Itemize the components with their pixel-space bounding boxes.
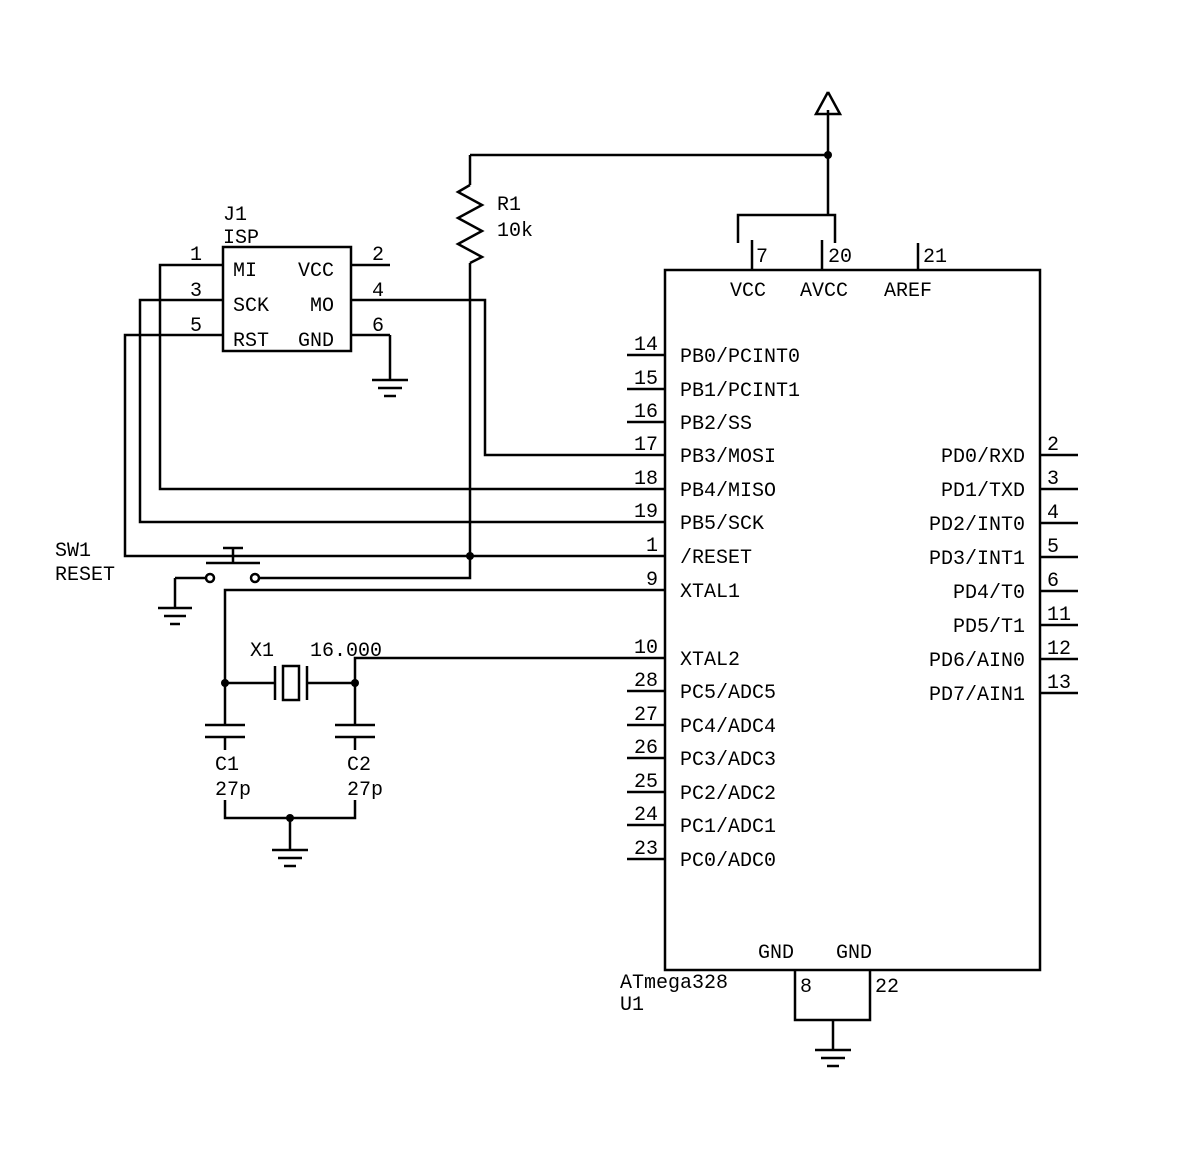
mcu-right-num-3: 5 xyxy=(1047,536,1059,559)
mcu-symbol: 7 20 21 VCC AVCC AREF 8 22 GND GND 14PB0… xyxy=(620,215,1078,1020)
mcu-left-num-10: 28 xyxy=(634,670,658,693)
sw1-symbol: SW1 RESET xyxy=(55,540,260,624)
gnd-isp xyxy=(372,380,408,396)
isp-pin-5: 5 xyxy=(190,315,202,338)
mcu-top-name-aref: AREF xyxy=(884,280,932,303)
mcu-bot-pin-22: 22 xyxy=(875,976,899,999)
mcu-left-num-7: 9 xyxy=(646,569,658,592)
mcu-left-name-5: PB5/SCK xyxy=(680,513,764,536)
mcu-left-num-9: 10 xyxy=(634,637,658,660)
mcu-left-name-12: PC3/ADC3 xyxy=(680,749,776,772)
mcu-right-name-7: PD7/AIN1 xyxy=(929,684,1025,707)
mcu-left-name-9: XTAL2 xyxy=(680,649,740,672)
mcu-bot-name-22: GND xyxy=(836,942,872,965)
mcu-left-num-1: 15 xyxy=(634,368,658,391)
mcu-left-num-11: 27 xyxy=(634,704,658,727)
xtal-symbol: X1 16.000 C1 27p C2 27p C1 xyxy=(205,590,627,866)
c2-value2: 27p xyxy=(347,779,383,802)
mcu-right-num-7: 13 xyxy=(1047,672,1071,695)
r1-symbol: R1 10k xyxy=(458,155,533,293)
mcu-left-num-13: 25 xyxy=(634,771,658,794)
mcu-right-num-4: 6 xyxy=(1047,570,1059,593)
mcu-left-name-6: /RESET xyxy=(680,547,752,570)
mcu-left-num-5: 19 xyxy=(634,501,658,524)
isp-pin-3: 3 xyxy=(190,280,202,303)
mcu-right-name-1: PD1/TXD xyxy=(941,480,1025,503)
isp-name-gnd: GND xyxy=(298,330,334,353)
mcu-left-name-7: XTAL1 xyxy=(680,581,740,604)
mcu-left-num-0: 14 xyxy=(634,334,658,357)
mcu-left-name-15: PC0/ADC0 xyxy=(680,850,776,873)
mcu-right-num-6: 12 xyxy=(1047,638,1071,661)
mcu-left-name-13: PC2/ADC2 xyxy=(680,783,776,806)
mcu-left-num-4: 18 xyxy=(634,468,658,491)
mcu-right-name-5: PD5/T1 xyxy=(953,616,1025,639)
isp-name: ISP xyxy=(223,227,259,250)
mcu-left-name-1: PB1/PCINT1 xyxy=(680,380,800,403)
mcu-bot-pin-8: 8 xyxy=(800,976,812,999)
mcu-left-name-3: PB3/MOSI xyxy=(680,446,776,469)
sw1-ref: SW1 xyxy=(55,540,91,563)
mcu-left-num-3: 17 xyxy=(634,434,658,457)
x1-value: 16.000 xyxy=(310,640,382,663)
isp-name-rst: RST xyxy=(233,330,269,353)
mcu-left-name-0: PB0/PCINT0 xyxy=(680,346,800,369)
isp-pin-4: 4 xyxy=(372,280,384,303)
mcu-top-pin-20: 20 xyxy=(828,246,852,269)
mcu-right-name-4: PD4/T0 xyxy=(953,582,1025,605)
mcu-top-name-vcc: VCC xyxy=(730,280,766,303)
mcu-top-pin-21: 21 xyxy=(923,246,947,269)
x1-ref: X1 xyxy=(250,640,274,663)
mcu-right-name-2: PD2/INT0 xyxy=(929,514,1025,537)
isp-name-sck: SCK xyxy=(233,295,269,318)
c1-value2: 27p xyxy=(215,779,251,802)
mcu-left-name-10: PC5/ADC5 xyxy=(680,682,776,705)
mcu-top-pin-7: 7 xyxy=(756,246,768,269)
mcu-right-num-5: 11 xyxy=(1047,604,1071,627)
cap-labels: C1 27p C2 27p xyxy=(200,750,420,802)
mcu-right-name-6: PD6/AIN0 xyxy=(929,650,1025,673)
isp-pin-1: 1 xyxy=(190,244,202,267)
isp-name-vcc: VCC xyxy=(298,260,334,283)
mcu-left-num-2: 16 xyxy=(634,401,658,424)
mcu-left-name-11: PC4/ADC4 xyxy=(680,716,776,739)
mcu-part: ATmega328 xyxy=(620,972,728,995)
mcu-ref: U1 xyxy=(620,994,644,1017)
isp-pin-2: 2 xyxy=(372,244,384,267)
mcu-gnd xyxy=(815,1020,851,1066)
mcu-right-num-0: 2 xyxy=(1047,434,1059,457)
mcu-bot-name-8: GND xyxy=(758,942,794,965)
isp-name-mo: MO xyxy=(310,295,334,318)
mcu-right-name-3: PD3/INT1 xyxy=(929,548,1025,571)
r1-ref: R1 xyxy=(497,194,521,217)
mcu-right-num-1: 3 xyxy=(1047,468,1059,491)
vcc-arrow xyxy=(816,92,840,215)
mcu-left-num-12: 26 xyxy=(634,737,658,760)
mcu-left-num-6: 1 xyxy=(646,535,658,558)
isp-symbol: J1 ISP 1 3 5 2 4 6 MI VCC SCK MO RST GND xyxy=(185,204,390,353)
c2-ref2: C2 xyxy=(347,754,371,777)
isp-name-mi: MI xyxy=(233,260,257,283)
r1-value: 10k xyxy=(497,220,533,243)
c1-ref2: C1 xyxy=(215,754,239,777)
mcu-right-name-0: PD0/RXD xyxy=(941,446,1025,469)
isp-ref: J1 xyxy=(223,204,247,227)
mcu-left-name-4: PB4/MISO xyxy=(680,480,776,503)
sw1-name: RESET xyxy=(55,564,115,587)
mcu-left-num-14: 24 xyxy=(634,804,658,827)
isp-pin-6: 6 xyxy=(372,315,384,338)
mcu-left-num-15: 23 xyxy=(634,838,658,861)
mcu-left-name-14: PC1/ADC1 xyxy=(680,816,776,839)
mcu-top-name-avcc: AVCC xyxy=(800,280,848,303)
mcu-left-name-2: PB2/SS xyxy=(680,413,752,436)
mcu-right-num-2: 4 xyxy=(1047,502,1059,525)
